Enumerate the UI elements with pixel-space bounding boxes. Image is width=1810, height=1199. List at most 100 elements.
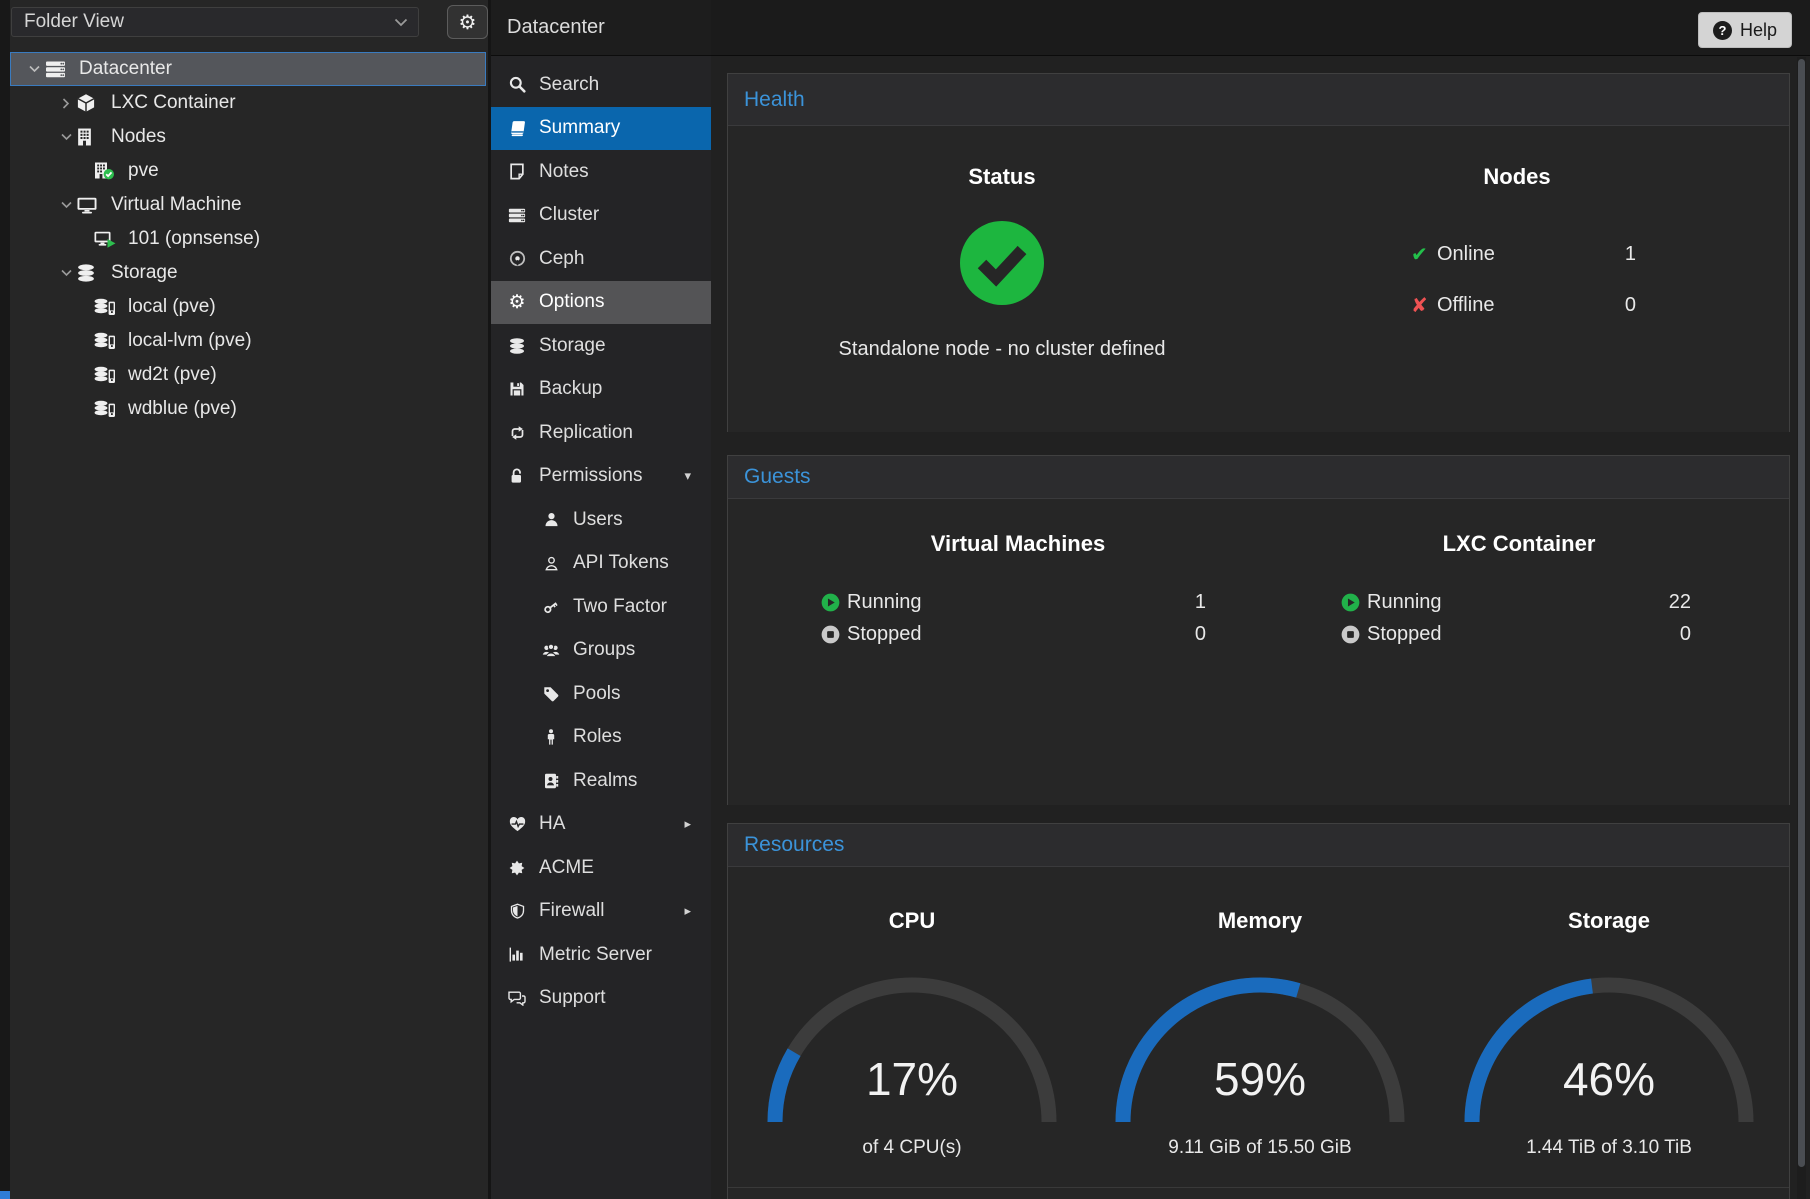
- caret-down-icon[interactable]: [55, 201, 77, 209]
- menu-item-permissions[interactable]: Permissions ▾: [491, 455, 711, 499]
- tree-item-storage-local-lvm[interactable]: local-lvm (pve): [10, 324, 486, 358]
- tree-item-storage-wd2t[interactable]: wd2t (pve): [10, 358, 486, 392]
- caret-down-icon[interactable]: [23, 65, 45, 73]
- tree-item-label: wd2t (pve): [128, 364, 217, 386]
- tree-item-pve[interactable]: pve: [10, 154, 486, 188]
- memory-gauge-percent: 59%: [1085, 1052, 1435, 1106]
- menu-item-options[interactable]: ⚙ Options: [491, 281, 711, 325]
- vm-running-value: 1: [1195, 591, 1206, 614]
- tree-item-virtual-machine[interactable]: Virtual Machine: [10, 188, 486, 222]
- menu-item-summary[interactable]: Summary: [491, 107, 711, 151]
- menu-item-label: Storage: [539, 335, 606, 357]
- lxc-running-label: Running: [1367, 591, 1669, 614]
- nodes-offline-row: ✘ Offline 0: [1411, 290, 1636, 320]
- tree-item-label: pve: [128, 160, 159, 182]
- cube-icon: [77, 94, 107, 112]
- menu-item-realms[interactable]: Realms: [491, 759, 711, 803]
- storage-drive-icon: [94, 400, 124, 418]
- menu-item-label: Two Factor: [573, 596, 667, 618]
- menu-item-label: Roles: [573, 726, 622, 748]
- tree-item-nodes[interactable]: Nodes: [10, 120, 486, 154]
- menu-item-label: Cluster: [539, 204, 599, 226]
- book-icon: [504, 120, 530, 137]
- person-icon: [538, 729, 564, 745]
- tree-item-label: LXC Container: [111, 92, 236, 114]
- nodes-heading: Nodes: [1417, 164, 1617, 190]
- menu-item-cluster[interactable]: Cluster: [491, 194, 711, 238]
- user-icon: [538, 512, 564, 527]
- tree-item-datacenter[interactable]: Datacenter: [10, 52, 486, 86]
- replication-arrows-icon: [504, 425, 530, 441]
- nodes-online-value: 1: [1625, 243, 1636, 266]
- lxc-heading: LXC Container: [1319, 531, 1719, 557]
- menu-item-notes[interactable]: Notes: [491, 150, 711, 194]
- vertical-scrollbar[interactable]: [1797, 57, 1806, 1199]
- vm-running-row: Running 1: [821, 587, 1206, 617]
- menu-item-users[interactable]: Users: [491, 498, 711, 542]
- menu-item-label: Pools: [573, 683, 621, 705]
- storage-gauge-percent: 46%: [1434, 1052, 1784, 1106]
- menu-item-replication[interactable]: Replication: [491, 411, 711, 455]
- health-panel-header: Health: [728, 74, 1789, 126]
- menu-item-label: Notes: [539, 161, 589, 183]
- scrollbar-thumb[interactable]: [1798, 59, 1805, 1167]
- tree-item-storage-wdblue[interactable]: wdblue (pve): [10, 392, 486, 426]
- menu-item-roles[interactable]: Roles: [491, 716, 711, 760]
- key-icon: [538, 599, 564, 615]
- menu-item-storage[interactable]: Storage: [491, 324, 711, 368]
- menu-item-metric-server[interactable]: Metric Server: [491, 933, 711, 977]
- menu-item-label: Metric Server: [539, 944, 652, 966]
- lxc-running-row: Running 22: [1341, 587, 1691, 617]
- guests-panel: Guests Virtual Machines Running 1 Stoppe…: [727, 455, 1790, 805]
- tree-item-vm-101[interactable]: 101 (opnsense): [10, 222, 486, 256]
- note-icon: [504, 163, 530, 180]
- menu-item-support[interactable]: Support: [491, 977, 711, 1021]
- memory-gauge-title: Memory: [1085, 908, 1435, 938]
- vm-running-label: Running: [847, 591, 1195, 614]
- menu-item-ha[interactable]: HA ▸: [491, 803, 711, 847]
- menu-item-search[interactable]: Search: [491, 63, 711, 107]
- menu-item-firewall[interactable]: Firewall ▸: [491, 890, 711, 934]
- menu-item-label: Users: [573, 509, 623, 531]
- lxc-running-value: 22: [1669, 591, 1691, 614]
- tree-item-label: local-lvm (pve): [128, 330, 252, 352]
- top-bar: ? Help: [711, 0, 1810, 56]
- database-icon: [504, 338, 530, 354]
- monitor-icon: [77, 197, 107, 214]
- window-edge: [0, 0, 10, 1199]
- tree-item-lxc-container[interactable]: LXC Container: [10, 86, 486, 120]
- tree-item-storage[interactable]: Storage: [10, 256, 486, 290]
- menu-item-label: Groups: [573, 639, 635, 661]
- caret-right-icon[interactable]: [55, 98, 77, 109]
- nodes-rows: ✔ Online 1 ✘ Offline 0: [1411, 239, 1636, 320]
- tree-item-storage-local[interactable]: local (pve): [10, 290, 486, 324]
- vm-stopped-row: Stopped 0: [821, 619, 1206, 649]
- gear-icon: ⚙: [459, 10, 477, 35]
- unlock-icon: [504, 468, 530, 484]
- resources-panel-title: Resources: [744, 833, 844, 857]
- health-panel-body: Status Standalone node - no cluster defi…: [728, 126, 1789, 432]
- menu-item-two-factor[interactable]: Two Factor: [491, 585, 711, 629]
- menu-item-api-tokens[interactable]: API Tokens: [491, 542, 711, 586]
- menu-item-pools[interactable]: Pools: [491, 672, 711, 716]
- tree-item-label: local (pve): [128, 296, 216, 318]
- database-icon: [77, 264, 107, 282]
- help-button[interactable]: ? Help: [1698, 12, 1792, 48]
- menu-item-label: Support: [539, 987, 606, 1009]
- server-stack-icon: [45, 61, 75, 78]
- user-outline-icon: [538, 556, 564, 571]
- caret-down-icon[interactable]: [55, 133, 77, 141]
- view-selector[interactable]: Folder View: [11, 7, 419, 37]
- lxc-stopped-value: 0: [1680, 623, 1691, 646]
- caret-down-icon[interactable]: [55, 269, 77, 277]
- menu-item-groups[interactable]: Groups: [491, 629, 711, 673]
- lxc-rows: Running 22 Stopped 0: [1341, 587, 1691, 649]
- menu-item-acme[interactable]: ACME: [491, 846, 711, 890]
- search-icon: [504, 76, 530, 93]
- gear-icon: ⚙: [504, 293, 530, 312]
- menu-item-ceph[interactable]: Ceph: [491, 237, 711, 281]
- building-icon: [77, 128, 107, 146]
- resource-tree-panel: Folder View ⚙ Datacenter LXC Container: [10, 0, 488, 1199]
- tree-settings-button[interactable]: ⚙: [447, 5, 488, 39]
- menu-item-backup[interactable]: Backup: [491, 368, 711, 412]
